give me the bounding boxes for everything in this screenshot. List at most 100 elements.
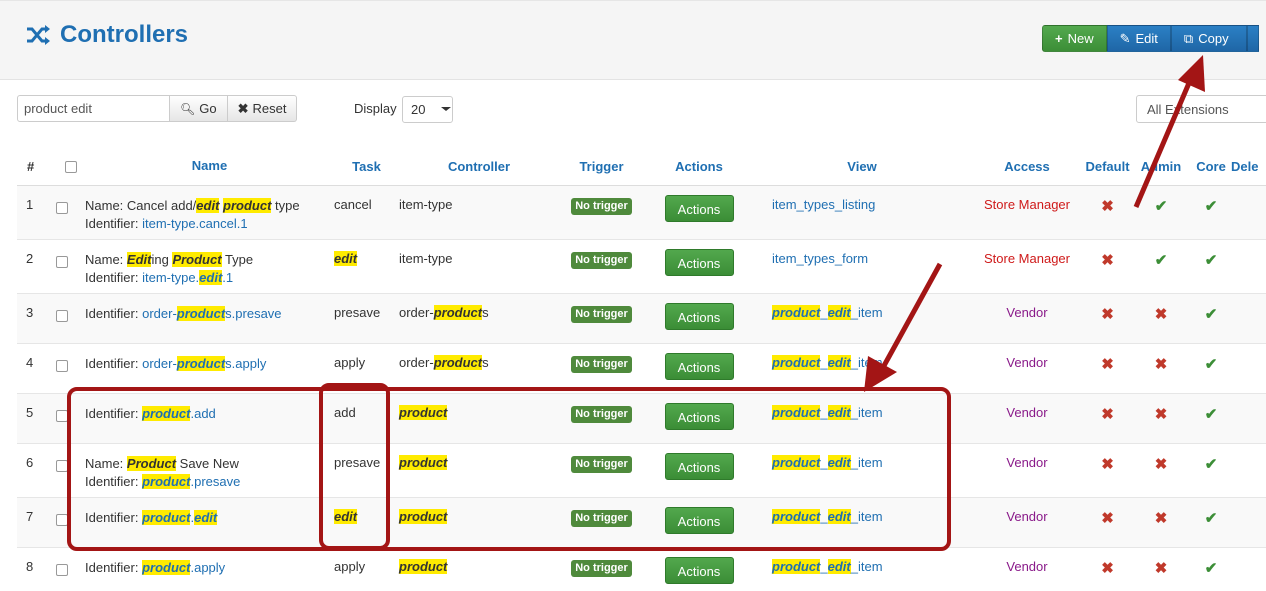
cross-icon[interactable]: ✖ bbox=[1155, 560, 1168, 577]
check-icon[interactable]: ✔ bbox=[1155, 198, 1168, 215]
task-cell: add bbox=[334, 393, 399, 444]
check-icon[interactable]: ✔ bbox=[1205, 356, 1218, 373]
cross-icon[interactable]: ✖ bbox=[1101, 306, 1114, 323]
identifier-link[interactable]: item-type.cancel.1 bbox=[142, 216, 248, 231]
extensions-select[interactable]: All Extensions bbox=[1136, 95, 1266, 123]
check-icon[interactable]: ✔ bbox=[1155, 252, 1168, 269]
access-label: Store Manager bbox=[984, 250, 1070, 266]
actions-button[interactable]: Actions bbox=[664, 302, 734, 330]
edit-button[interactable]: ✎ Edit bbox=[1106, 25, 1171, 52]
row-checkbox[interactable] bbox=[56, 309, 68, 322]
cross-icon[interactable]: ✖ bbox=[1155, 406, 1168, 423]
text-segment: _item bbox=[850, 404, 883, 420]
check-icon[interactable]: ✔ bbox=[1205, 198, 1218, 215]
col-name[interactable]: Name bbox=[85, 148, 334, 186]
view-cell: product_edit_item bbox=[754, 393, 970, 444]
check-icon[interactable]: ✔ bbox=[1205, 456, 1218, 473]
col-trigger[interactable]: Trigger bbox=[559, 148, 644, 186]
col-default[interactable]: Default bbox=[1084, 148, 1131, 186]
toolbar-more-button[interactable] bbox=[1246, 25, 1259, 52]
check-icon[interactable]: ✔ bbox=[1205, 406, 1218, 423]
view-link[interactable]: product_edit_item bbox=[772, 558, 883, 574]
actions-button[interactable]: Actions bbox=[664, 506, 734, 534]
view-link[interactable]: item_types_form bbox=[772, 251, 868, 266]
actions-button[interactable]: Actions bbox=[664, 452, 734, 480]
row-checkbox[interactable] bbox=[56, 563, 68, 576]
go-button[interactable]: 🔍︎ Go bbox=[170, 95, 228, 122]
trigger-cell: No trigger bbox=[559, 443, 644, 498]
new-button[interactable]: + New bbox=[1042, 25, 1107, 52]
cross-icon[interactable]: ✖ bbox=[1101, 198, 1114, 215]
col-controller[interactable]: Controller bbox=[399, 148, 559, 186]
check-icon[interactable]: ✔ bbox=[1205, 252, 1218, 269]
col-delete[interactable]: Dele bbox=[1231, 148, 1266, 186]
col-actions[interactable]: Actions bbox=[644, 148, 754, 186]
row-select-cell bbox=[50, 497, 85, 548]
trigger-cell: No trigger bbox=[559, 393, 644, 444]
admin-cell: ✖ bbox=[1131, 443, 1191, 498]
copy-button-label: Copy bbox=[1198, 31, 1229, 46]
actions-button[interactable]: Actions bbox=[664, 556, 734, 584]
default-cell: ✖ bbox=[1084, 497, 1131, 548]
identifier-link[interactable]: order-products.presave bbox=[142, 305, 282, 321]
row-checkbox[interactable] bbox=[56, 459, 68, 472]
select-all-checkbox[interactable] bbox=[64, 160, 77, 173]
col-admin[interactable]: Admin bbox=[1131, 148, 1191, 186]
actions-button[interactable]: Actions bbox=[664, 248, 734, 276]
controller-cell: product bbox=[399, 393, 559, 444]
reset-button[interactable]: ✖ Reset bbox=[227, 95, 298, 122]
row-checkbox[interactable] bbox=[56, 255, 68, 268]
row-checkbox[interactable] bbox=[56, 359, 68, 372]
view-link[interactable]: item_types_listing bbox=[772, 197, 875, 212]
view-link[interactable]: product_edit_item bbox=[772, 508, 883, 524]
highlight-text: edit bbox=[194, 509, 218, 525]
search-input[interactable] bbox=[17, 95, 170, 122]
cross-icon[interactable]: ✖ bbox=[1155, 456, 1168, 473]
view-link[interactable]: product_edit_item bbox=[772, 304, 883, 320]
row-checkbox[interactable] bbox=[56, 513, 68, 526]
highlight-text: product bbox=[772, 454, 821, 470]
check-icon[interactable]: ✔ bbox=[1205, 560, 1218, 577]
cross-icon[interactable]: ✖ bbox=[1101, 510, 1114, 527]
row-checkbox[interactable] bbox=[56, 201, 68, 214]
row-checkbox[interactable] bbox=[56, 409, 68, 422]
col-access[interactable]: Access bbox=[970, 148, 1084, 186]
table-body: 1 Name: Cancel add/edit product type Ident… bbox=[17, 185, 1266, 591]
highlight-text: product bbox=[399, 404, 448, 420]
identifier-link[interactable]: order-products.apply bbox=[142, 355, 266, 371]
copy-button[interactable]: ⧉ Copy bbox=[1170, 25, 1247, 52]
highlight-text: product bbox=[772, 304, 821, 320]
cross-icon[interactable]: ✖ bbox=[1101, 560, 1114, 577]
display-select[interactable]: 20 bbox=[402, 96, 453, 123]
cross-icon[interactable]: ✖ bbox=[1155, 356, 1168, 373]
cross-icon[interactable]: ✖ bbox=[1155, 510, 1168, 527]
actions-button[interactable]: Actions bbox=[664, 194, 734, 222]
col-view[interactable]: View bbox=[754, 148, 970, 186]
view-link[interactable]: product_edit_item bbox=[772, 404, 883, 420]
text-segment: presave bbox=[334, 454, 381, 470]
check-icon[interactable]: ✔ bbox=[1205, 306, 1218, 323]
identifier-prefix: Identifier: bbox=[85, 215, 143, 231]
cross-icon[interactable]: ✖ bbox=[1101, 356, 1114, 373]
name-cell: Identifier: product.apply bbox=[85, 547, 334, 591]
col-core[interactable]: Core bbox=[1191, 148, 1231, 186]
row-number: 5 bbox=[17, 393, 50, 444]
identifier-link[interactable]: item-type.edit.1 bbox=[142, 269, 233, 285]
cross-icon[interactable]: ✖ bbox=[1101, 252, 1114, 269]
identifier-link[interactable]: product.add bbox=[142, 405, 216, 421]
admin-cell: ✖ bbox=[1131, 293, 1191, 344]
actions-button[interactable]: Actions bbox=[664, 402, 734, 430]
actions-button[interactable]: Actions bbox=[664, 352, 734, 380]
identifier-link[interactable]: product.apply bbox=[142, 559, 225, 575]
check-icon[interactable]: ✔ bbox=[1205, 510, 1218, 527]
identifier-link[interactable]: product.presave bbox=[142, 473, 240, 489]
view-link[interactable]: product_edit_item bbox=[772, 454, 883, 470]
identifier-link[interactable]: product.edit bbox=[142, 509, 218, 525]
cross-icon[interactable]: ✖ bbox=[1155, 306, 1168, 323]
cross-icon[interactable]: ✖ bbox=[1101, 456, 1114, 473]
filter-bar: 🔍︎ Go ✖ Reset bbox=[17, 95, 298, 122]
col-task[interactable]: Task bbox=[334, 148, 399, 186]
cross-icon[interactable]: ✖ bbox=[1101, 406, 1114, 423]
text-segment: s bbox=[482, 354, 489, 370]
view-link[interactable]: product_edit_item bbox=[772, 354, 883, 370]
